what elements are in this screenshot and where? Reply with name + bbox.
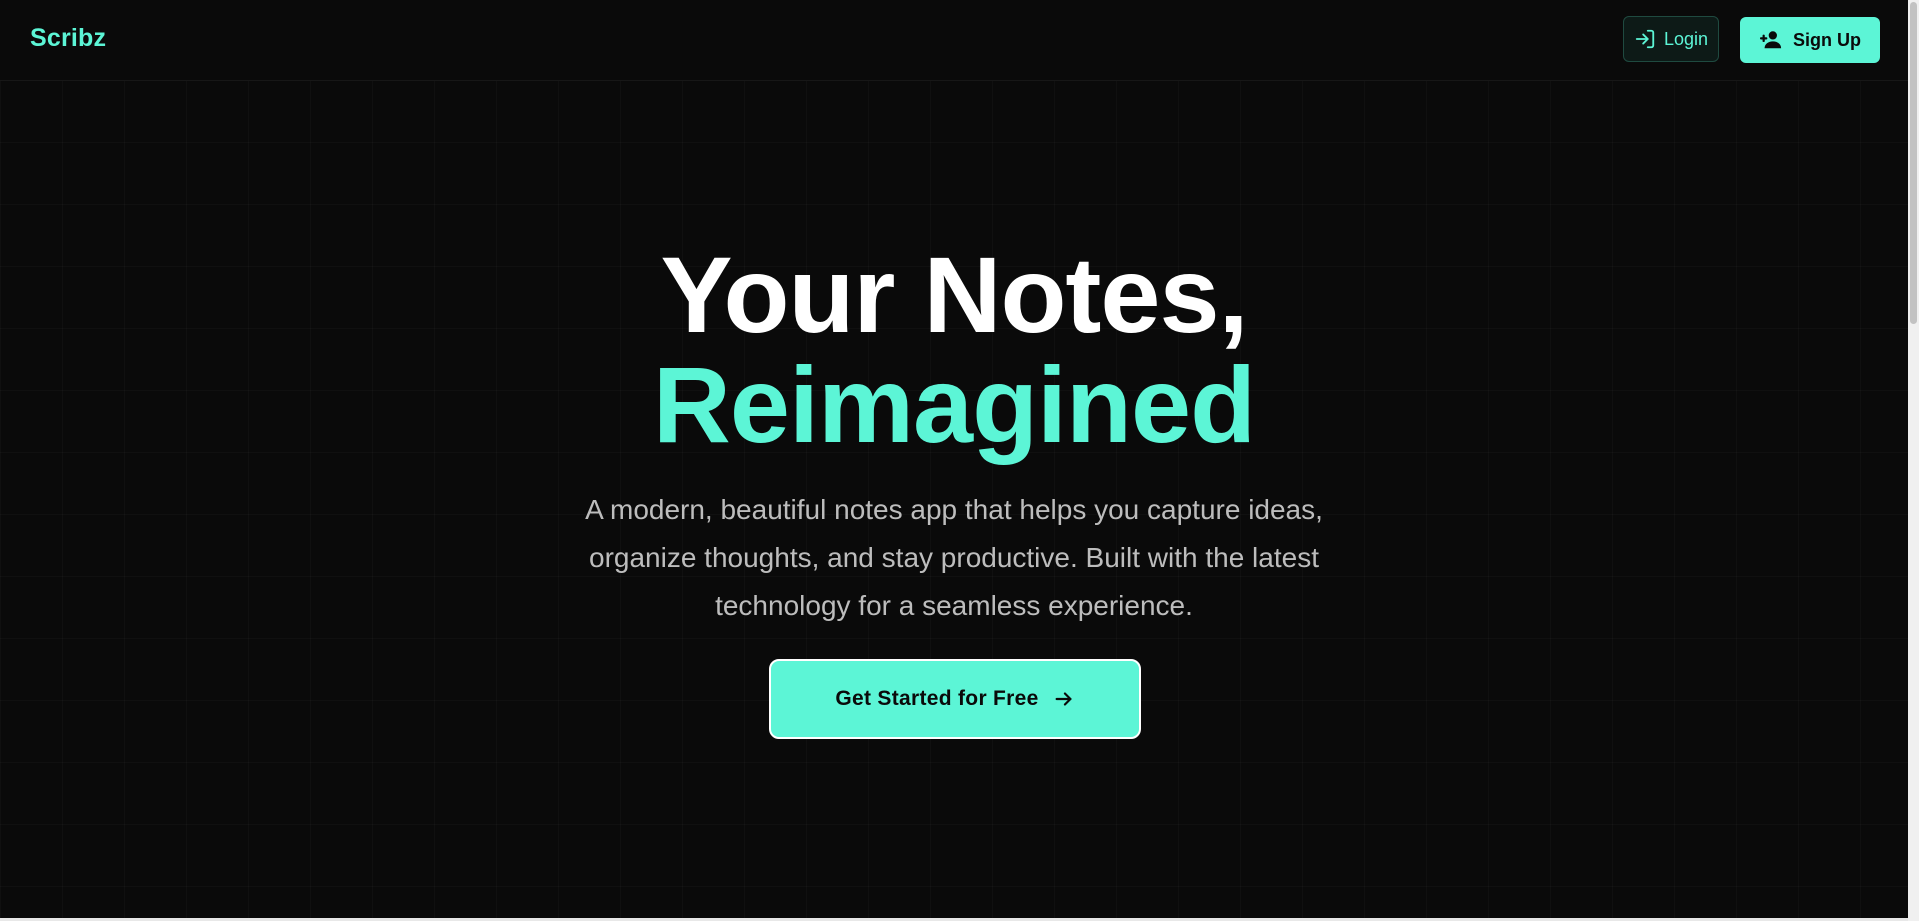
landing-page: Scribz Login Sign Up Your Notes, Reimagi… <box>0 0 1919 921</box>
get-started-label: Get Started for Free <box>835 687 1039 710</box>
get-started-button[interactable]: Get Started for Free <box>769 659 1141 739</box>
headline-line-1: Your Notes, <box>660 234 1248 355</box>
brand-logo[interactable]: Scribz <box>30 24 106 53</box>
user-plus-icon <box>1759 29 1783 51</box>
hero-subtitle: A modern, beautiful notes app that helps… <box>585 494 1323 621</box>
login-icon <box>1634 28 1656 50</box>
top-navbar: Scribz Login Sign Up <box>0 0 1908 81</box>
headline-line-2: Reimagined <box>652 344 1256 465</box>
signup-label: Sign Up <box>1793 29 1861 50</box>
viewport: Scribz Login Sign Up Your Notes, Reimagi… <box>0 0 1908 918</box>
arrow-right-icon <box>1053 688 1075 710</box>
hero-section: Your Notes, Reimagined A modern, beautif… <box>0 240 1908 630</box>
login-label: Login <box>1663 28 1709 49</box>
signup-button[interactable]: Sign Up <box>1740 17 1880 63</box>
vertical-scrollbar[interactable] <box>1908 0 1919 921</box>
hero-headline: Your Notes, Reimagined <box>0 240 1908 460</box>
scrollbar-thumb[interactable] <box>1910 2 1917 324</box>
login-button[interactable]: Login <box>1623 16 1719 62</box>
